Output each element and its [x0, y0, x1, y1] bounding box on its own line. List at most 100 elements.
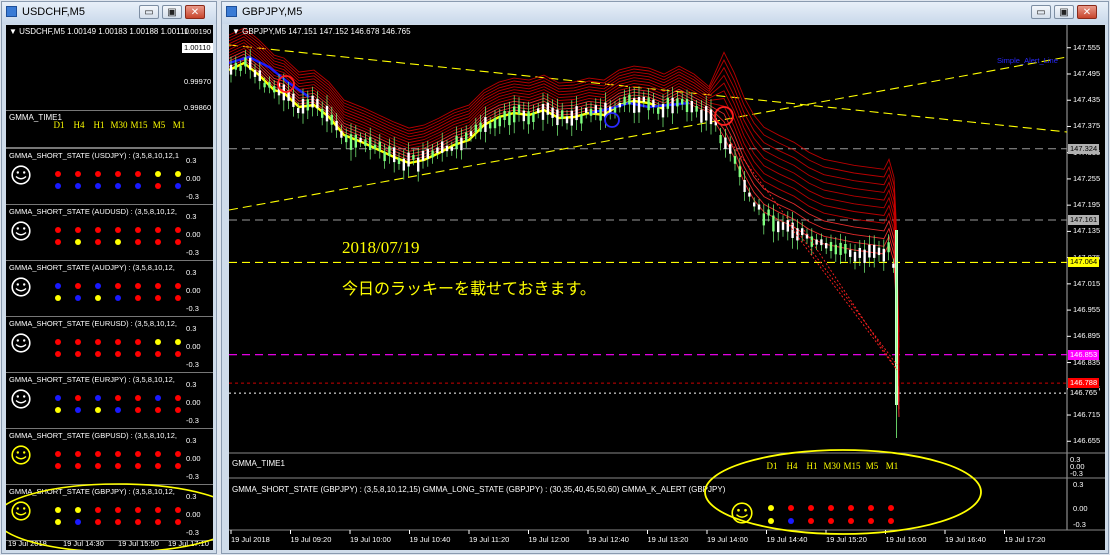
state-dot — [74, 406, 82, 414]
state-dot — [94, 338, 102, 346]
state-dot — [74, 338, 82, 346]
axis-label: 0.3 — [186, 324, 197, 333]
state-dot — [74, 450, 82, 458]
state-dot — [134, 182, 142, 190]
state-dot — [174, 406, 182, 414]
state-dot — [94, 182, 102, 190]
state-panel-title: GMMA_SHORT_STATE (GBPJPY) : (3,5,8,10,12… — [9, 487, 175, 496]
annotation-date: 2018/07/19 — [342, 238, 420, 257]
axis-label: 0.00 — [186, 398, 201, 407]
axis-label: -0.3 — [186, 360, 199, 369]
state-dot — [114, 462, 122, 470]
gbpjpy-titlebar[interactable]: GBPJPY,M5 ▭ ▣ ✕ — [222, 2, 1108, 24]
state-panel-title: GMMA_SHORT_STATE (EURUSD) : (3,5,8,10,12… — [9, 319, 177, 328]
state-dot — [94, 462, 102, 470]
panel-separator — [6, 372, 213, 373]
state-dot — [174, 518, 182, 526]
state-dot — [74, 462, 82, 470]
time-label: 19 Jul 17:20 — [1004, 535, 1046, 544]
timeframe-label: M5 — [865, 461, 879, 471]
time-label: 19 Jul 12:40 — [588, 535, 629, 544]
state-dot — [94, 518, 102, 526]
state-dot — [174, 170, 182, 178]
state-dot — [154, 518, 162, 526]
state-dot — [74, 294, 82, 302]
time-label: 19 Jul 14:30 — [63, 539, 104, 548]
smiley-icon — [11, 445, 31, 465]
close-button[interactable]: ✕ — [1077, 5, 1097, 19]
axis-label: 0.00 — [186, 510, 201, 519]
state-dot — [174, 226, 182, 234]
close-button[interactable]: ✕ — [185, 5, 205, 19]
state-dot — [154, 170, 162, 178]
state-dot — [94, 226, 102, 234]
timeframe-label: M1 — [172, 120, 186, 130]
state-dot — [174, 506, 182, 514]
state-dot — [54, 518, 62, 526]
state-dot — [134, 170, 142, 178]
usdchf-chart-area[interactable]: ▼ USDCHF,M5 1.00149 1.00183 1.00188 1.00… — [6, 25, 213, 550]
state-dot — [174, 238, 182, 246]
axis-label: -0.3 — [186, 528, 199, 537]
state-dot — [54, 282, 62, 290]
axis-label: 0.3 — [186, 212, 197, 221]
state-panel-title: GMMA_SHORT_STATE (EURJPY) : (3,5,8,10,12… — [9, 375, 175, 384]
state-dot — [54, 450, 62, 458]
price-label: 1.00190 — [184, 27, 212, 36]
current-price-marker: 1.00110 — [182, 43, 213, 53]
axis-label: -0.3 — [1070, 469, 1083, 478]
smiley-icon — [11, 501, 31, 521]
gbpjpy-window[interactable]: GBPJPY,M5 ▭ ▣ ✕ ▼ GBPJPY,M5 147.151 147.… — [221, 1, 1109, 554]
state-dot — [134, 406, 142, 414]
state-dot — [114, 406, 122, 414]
price-marker: 147.161 — [1068, 215, 1100, 225]
time-label: 19 Jul 16:00 — [885, 535, 927, 544]
state-dot — [54, 170, 62, 178]
maximize-button[interactable]: ▣ — [1054, 5, 1074, 19]
state-dot — [94, 350, 102, 358]
maximize-button[interactable]: ▣ — [162, 5, 182, 19]
price-tick: 147.015 — [1073, 278, 1101, 288]
timeframe-label: H4 — [786, 461, 798, 471]
minimize-button[interactable]: ▭ — [139, 5, 159, 19]
state-dot — [174, 282, 182, 290]
time-label: 19 Jul 14:40 — [766, 535, 808, 544]
timeframe-label: D1 — [53, 120, 65, 130]
state-dot — [154, 406, 162, 414]
state-dot — [154, 506, 162, 514]
state-dot — [114, 338, 122, 346]
state-dot — [54, 338, 62, 346]
state-dot — [134, 350, 142, 358]
panel-separator — [6, 204, 213, 205]
time-label: 19 Jul 10:40 — [409, 535, 451, 544]
price-label: 0.99860 — [184, 103, 212, 112]
gbpjpy-chart-area[interactable]: ▼ GBPJPY,M5 147.151 147.152 146.678 146.… — [229, 25, 1105, 550]
usdchf-window[interactable]: USDCHF,M5 ▭ ▣ ✕ ▼ USDCHF,M5 1.00149 1.00… — [1, 1, 217, 554]
state-dot — [74, 226, 82, 234]
state-dot — [114, 394, 122, 402]
state-dot — [74, 238, 82, 246]
state-dot — [54, 406, 62, 414]
usdchf-titlebar[interactable]: USDCHF,M5 ▭ ▣ ✕ — [2, 2, 216, 24]
price-tick: 147.435 — [1073, 95, 1101, 105]
highlight-ellipse — [6, 483, 213, 550]
minimize-button[interactable]: ▭ — [1031, 5, 1051, 19]
state-dot — [114, 282, 122, 290]
price-marker: 146.765 — [1068, 388, 1100, 399]
axis-label: 0.00 — [186, 286, 201, 295]
state-dot — [74, 282, 82, 290]
time-panel-title: GMMA_TIME1 — [232, 459, 285, 468]
state-dot — [114, 350, 122, 358]
state-dot — [54, 394, 62, 402]
state-dot — [174, 394, 182, 402]
panel-separator — [6, 260, 213, 261]
axis-label: 0.3 — [186, 268, 197, 277]
state-dot — [94, 238, 102, 246]
panel-separator — [6, 148, 213, 149]
time-label: 19 Jul 10:00 — [350, 535, 391, 544]
state-dot — [154, 462, 162, 470]
state-dot — [54, 462, 62, 470]
chart-window-icon — [6, 6, 17, 17]
price-marker: 147.324 — [1068, 143, 1100, 154]
state-dot — [154, 182, 162, 190]
